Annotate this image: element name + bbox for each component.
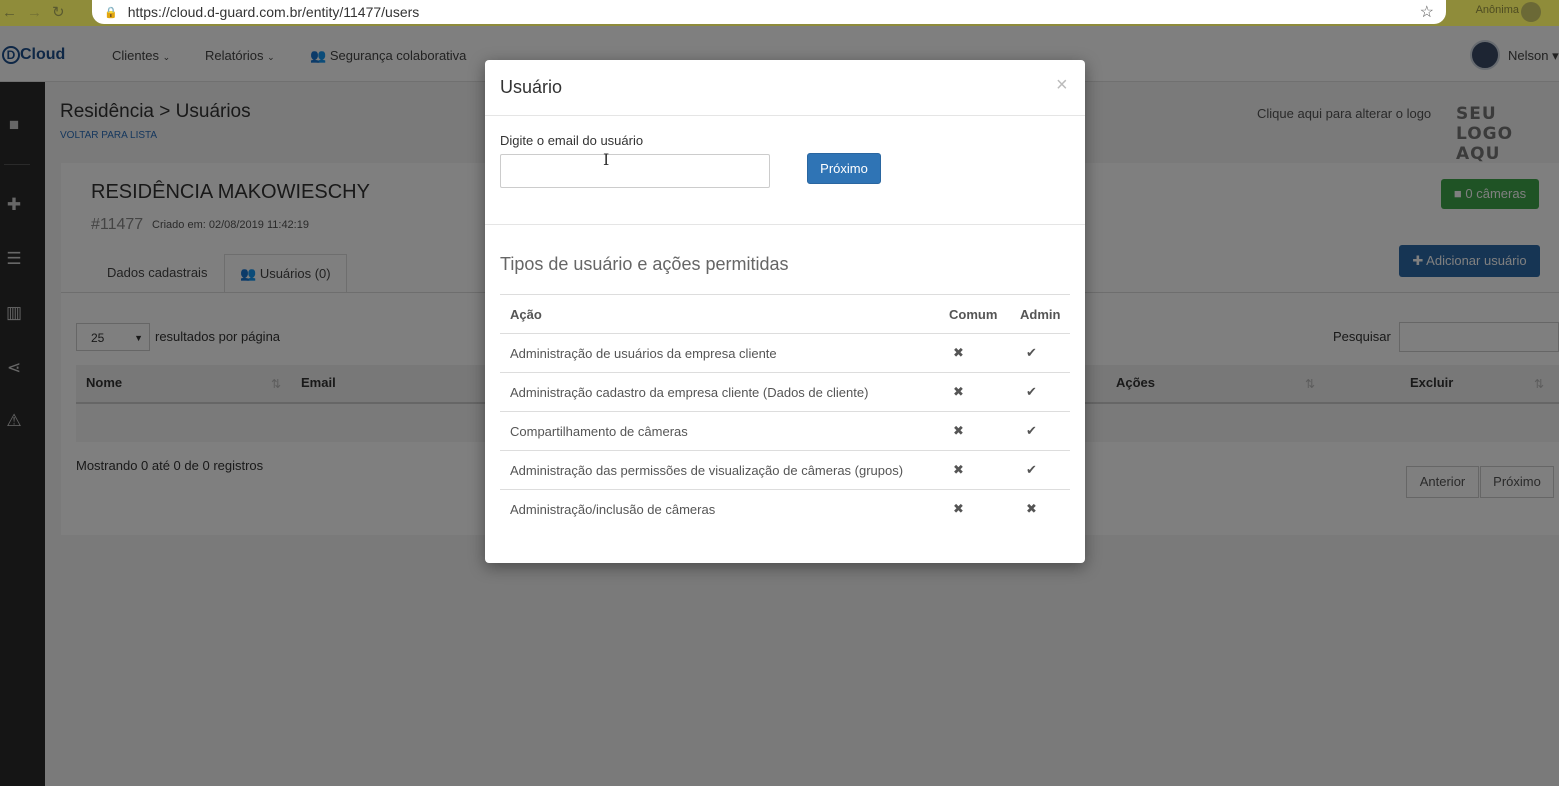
cross-icon: ✖ bbox=[1010, 489, 1070, 529]
permissions-table-header: Ação Comum Admin bbox=[500, 294, 1070, 334]
email-label: Digite o email do usuário bbox=[500, 133, 644, 148]
check-icon: ✔ bbox=[1010, 372, 1070, 412]
table-row: Administração/inclusão de câmeras ✖ ✖ bbox=[500, 489, 1070, 529]
cross-icon: ✖ bbox=[939, 450, 1010, 490]
back-arrow-icon[interactable]: ← bbox=[2, 4, 17, 21]
column-header-admin: Admin bbox=[1010, 294, 1070, 334]
table-row: Administração de usuários da empresa cli… bbox=[500, 333, 1070, 373]
bookmark-star-icon[interactable]: ☆ bbox=[1420, 2, 1434, 22]
modal-title: Usuário bbox=[500, 77, 563, 97]
incognito-label: Anônima bbox=[1475, 4, 1519, 16]
url-text: https://cloud.d-guard.com.br/entity/1147… bbox=[127, 4, 420, 20]
next-button[interactable]: Próximo bbox=[807, 153, 881, 184]
table-row: Administração das permissões de visualiz… bbox=[500, 450, 1070, 490]
permissions-table: Ação Comum Admin Administração de usuári… bbox=[500, 294, 1070, 529]
check-icon: ✔ bbox=[1010, 450, 1070, 490]
cross-icon: ✖ bbox=[939, 411, 1010, 451]
user-modal: Usuário × Digite o email do usuário I Pr… bbox=[485, 60, 1085, 563]
user-types-heading: Tipos de usuário e ações permitidas bbox=[500, 254, 789, 274]
text-cursor-icon: I bbox=[603, 150, 610, 169]
close-icon[interactable]: × bbox=[1056, 74, 1068, 97]
table-row: Administração cadastro da empresa client… bbox=[500, 372, 1070, 412]
browser-nav-buttons: ← → ↻ bbox=[0, 0, 65, 24]
column-header-acao: Ação bbox=[500, 294, 939, 334]
permission-action: Administração das permissões de visualiz… bbox=[500, 450, 939, 490]
cross-icon: ✖ bbox=[939, 372, 1010, 412]
modal-section-divider bbox=[485, 224, 1085, 225]
cross-icon: ✖ bbox=[939, 333, 1010, 373]
cross-icon: ✖ bbox=[939, 489, 1010, 529]
forward-arrow-icon[interactable]: → bbox=[27, 4, 42, 21]
email-field[interactable] bbox=[500, 154, 770, 188]
reload-icon[interactable]: ↻ bbox=[52, 3, 65, 21]
permission-action: Administração cadastro da empresa client… bbox=[500, 372, 939, 412]
modal-header-divider bbox=[485, 115, 1085, 116]
permission-action: Compartilhamento de câmeras bbox=[500, 411, 939, 451]
permission-action: Administração/inclusão de câmeras bbox=[500, 489, 939, 529]
lock-icon: 🔒 bbox=[104, 6, 118, 19]
address-bar[interactable]: 🔒 https://cloud.d-guard.com.br/entity/11… bbox=[92, 0, 1446, 24]
incognito-icon[interactable] bbox=[1521, 2, 1541, 22]
column-header-comum: Comum bbox=[939, 294, 1010, 334]
table-row: Compartilhamento de câmeras ✖ ✔ bbox=[500, 411, 1070, 451]
check-icon: ✔ bbox=[1010, 411, 1070, 451]
permission-action: Administração de usuários da empresa cli… bbox=[500, 333, 939, 373]
check-icon: ✔ bbox=[1010, 333, 1070, 373]
